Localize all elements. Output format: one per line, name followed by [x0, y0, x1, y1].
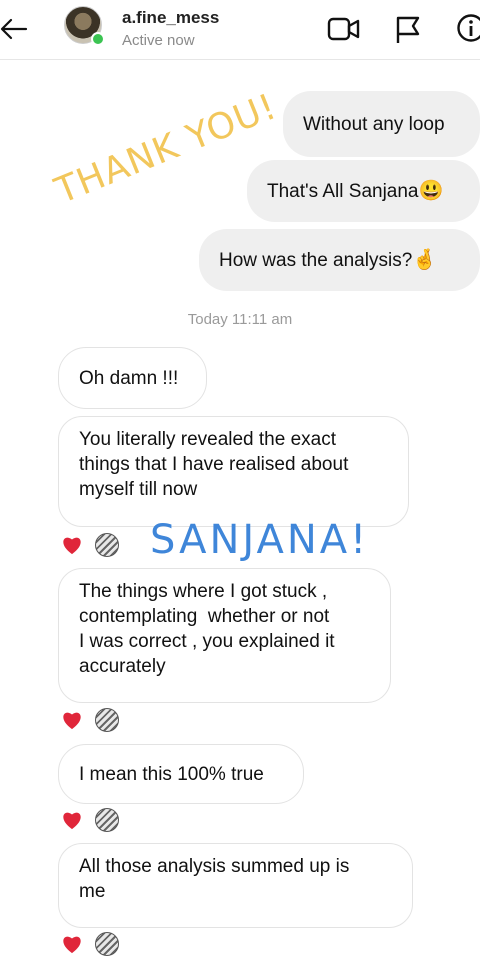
heart-reaction-icon[interactable] [61, 934, 83, 954]
incoming-message[interactable]: The things where I got stuck , contempla… [58, 568, 391, 703]
incoming-message[interactable]: Oh damn !!! [58, 347, 207, 409]
message-line: accurately [79, 656, 166, 677]
heart-reaction-icon[interactable] [61, 535, 83, 555]
video-call-icon[interactable] [327, 16, 361, 42]
message-line: things that I have realised about [79, 454, 349, 475]
active-status: Active now [122, 32, 195, 49]
message-timestamp: Today 11:11 am [187, 311, 293, 328]
online-status-dot [91, 32, 105, 46]
heart-reaction-icon[interactable] [61, 710, 83, 730]
message-line: contemplating whether or not [79, 606, 330, 627]
incoming-message[interactable]: All those analysis summed up is me [58, 843, 413, 928]
outgoing-message[interactable]: Without any loop [283, 91, 480, 157]
incoming-message[interactable]: I mean this 100% true [58, 744, 304, 804]
message-line: myself till now [79, 479, 198, 500]
heart-reaction-icon[interactable] [61, 810, 83, 830]
incoming-message[interactable]: You literally revealed the exact things … [58, 416, 409, 527]
grinning-emoji-icon: 😃 [418, 179, 444, 202]
outgoing-message[interactable]: That's All Sanjana 😃 [247, 160, 480, 222]
message-line: I was correct , you explained it [79, 631, 335, 652]
sanjana-sticker: SANJANA! [150, 517, 370, 563]
reactor-avatar [95, 808, 119, 832]
message-text: That's All Sanjana [267, 180, 419, 202]
back-arrow-icon[interactable] [0, 14, 30, 44]
reactor-avatar [95, 708, 119, 732]
message-line: me [79, 881, 106, 902]
message-line: All those analysis summed up is [79, 856, 350, 877]
chat-header: a.fine_mess Active now [0, 0, 480, 60]
message-text: Oh damn !!! [79, 367, 179, 389]
outgoing-message[interactable]: How was the analysis? 🤞 [199, 229, 480, 291]
message-line: The things where I got stuck , [79, 581, 328, 602]
message-text: I mean this 100% true [79, 763, 264, 785]
reactor-avatar [95, 533, 119, 557]
username[interactable]: a.fine_mess [122, 8, 219, 28]
reactor-avatar [95, 932, 119, 956]
message-text: Without any loop [303, 113, 445, 135]
flag-icon[interactable] [394, 15, 422, 45]
avatar[interactable] [64, 6, 105, 46]
message-line: You literally revealed the exact [79, 429, 337, 450]
message-text: How was the analysis? [219, 249, 413, 271]
info-icon[interactable] [456, 13, 480, 43]
crossed-fingers-emoji-icon: 🤞 [412, 248, 438, 271]
